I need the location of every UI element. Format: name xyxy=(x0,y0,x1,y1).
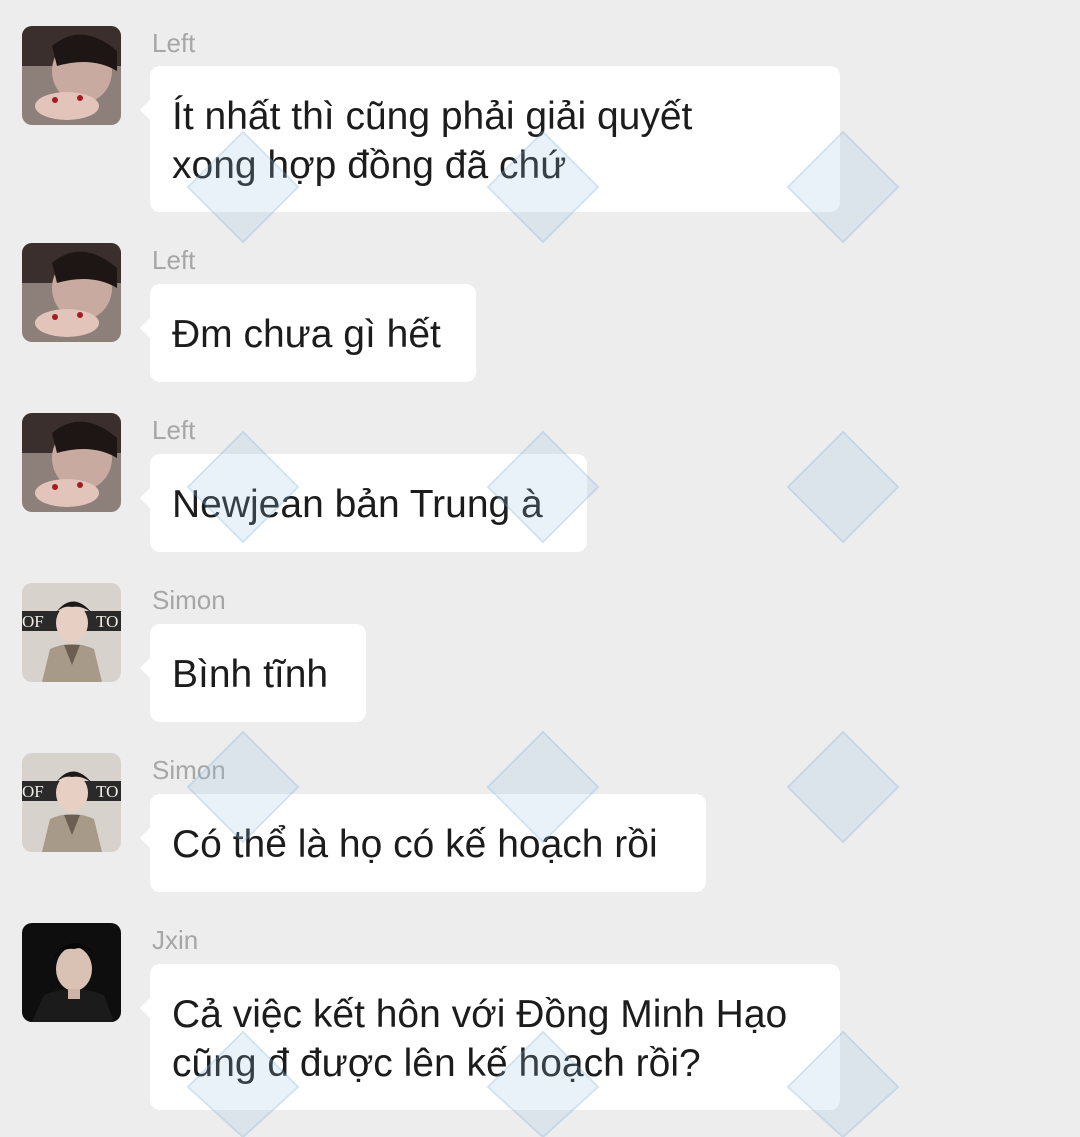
message-bubble[interactable]: Đm chưa gì hết xyxy=(140,284,476,382)
message-bubble[interactable]: Có thể là họ có kế hoạch rồi xyxy=(140,794,706,892)
svg-text:TO: TO xyxy=(96,612,118,631)
avatar-left-icon xyxy=(22,413,121,512)
avatar[interactable] xyxy=(22,413,121,512)
chat-message-list[interactable]: Left Ít nhất thì cũng phải giải quyết xo… xyxy=(0,0,1080,1137)
sender-name: Left xyxy=(152,245,196,275)
message-bubble[interactable]: Ít nhất thì cũng phải giải quyết xong hợ… xyxy=(140,66,840,212)
svg-text:TO: TO xyxy=(96,782,118,801)
sender-name: Left xyxy=(152,415,196,445)
avatar[interactable]: OF TO xyxy=(22,753,121,852)
avatar[interactable] xyxy=(22,26,121,125)
message-bubble[interactable]: Cả việc kết hôn với Đồng Minh Hạo cũng đ… xyxy=(140,964,840,1110)
avatar-jxin-icon xyxy=(22,923,121,1022)
sender-name: Left xyxy=(152,28,196,58)
svg-text:OF: OF xyxy=(22,782,44,801)
avatar-left-icon xyxy=(22,26,121,125)
sender-name: Simon xyxy=(152,585,226,615)
sender-name: Jxin xyxy=(152,925,199,955)
message-bubble[interactable]: Newjean bản Trung à xyxy=(140,454,587,552)
avatar[interactable] xyxy=(22,923,121,1022)
avatar[interactable] xyxy=(22,243,121,342)
svg-text:OF: OF xyxy=(22,612,44,631)
avatar[interactable]: OF TO xyxy=(22,583,121,682)
message-bubble[interactable]: Bình tĩnh xyxy=(140,624,366,722)
avatar-simon-icon: OF TO xyxy=(22,753,121,852)
avatar-simon-icon: OF TO xyxy=(22,583,121,682)
sender-name: Simon xyxy=(152,755,226,785)
avatar-left-icon xyxy=(22,243,121,342)
